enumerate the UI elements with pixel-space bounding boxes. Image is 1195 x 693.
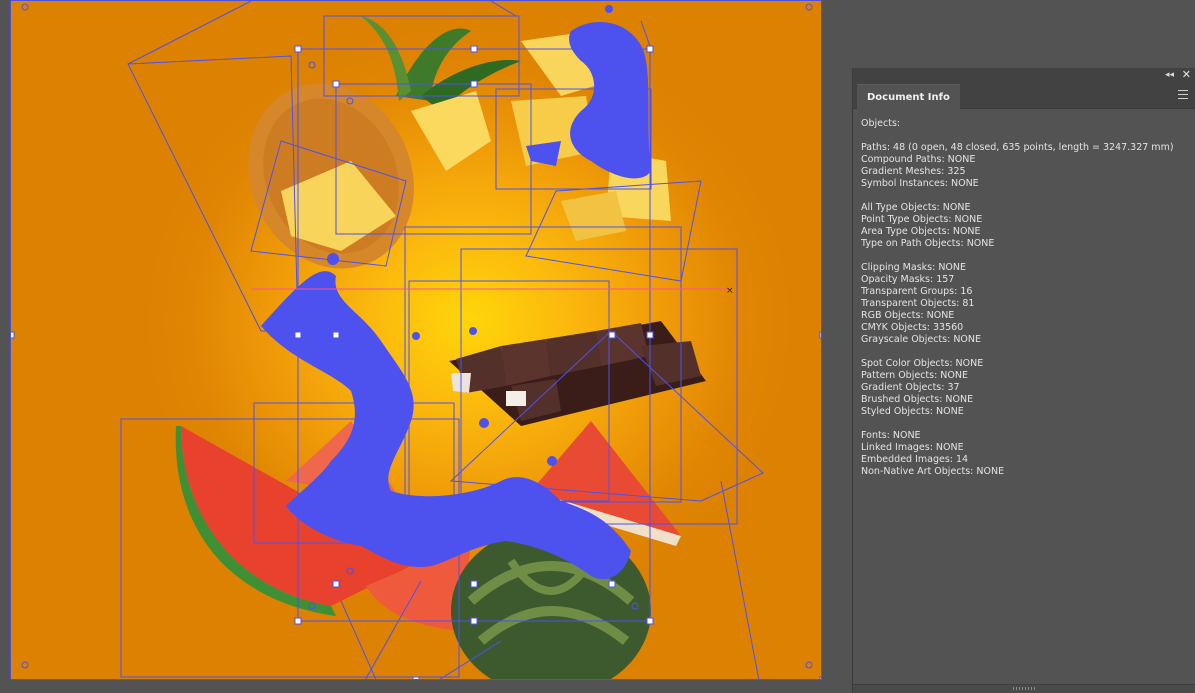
info-line: Point Type Objects: NONE [861, 214, 983, 225]
info-blank-line [861, 250, 1174, 262]
info-line: Brushed Objects: NONE [861, 394, 974, 405]
close-icon[interactable]: ✕ [1182, 68, 1191, 82]
double-chevron-left-icon[interactable]: ◂◂ [1165, 69, 1174, 81]
guide-marker-icon: × [726, 286, 734, 296]
panel-resize-bar[interactable] [853, 684, 1195, 693]
info-line: Compound Paths: NONE [861, 154, 976, 165]
info-line: Clipping Masks: NONE [861, 262, 967, 273]
info-line: All Type Objects: NONE [861, 202, 971, 213]
info-line: Gradient Objects: 37 [861, 382, 960, 393]
tab-document-info[interactable]: Document Info [857, 84, 960, 110]
info-line: RGB Objects: NONE [861, 310, 955, 321]
info-line: Gradient Meshes: 325 [861, 166, 966, 177]
info-blank-line [861, 190, 1174, 202]
artboard[interactable]: × [10, 0, 822, 680]
info-line: Opacity Masks: 157 [861, 274, 955, 285]
info-blank-line [861, 346, 1174, 358]
info-line: Styled Objects: NONE [861, 406, 964, 417]
info-line: Fonts: NONE [861, 430, 921, 441]
info-line: Type on Path Objects: NONE [861, 238, 995, 249]
info-line: Symbol Instances: NONE [861, 178, 979, 189]
resize-grip-icon[interactable] [1013, 687, 1035, 690]
info-line: Transparent Objects: 81 [861, 298, 975, 309]
info-blank-line [861, 130, 1174, 142]
document-info-panel: ◂◂ ✕ Document Info Objects: Paths: 48 (0 … [852, 68, 1195, 693]
artwork[interactable]: × [11, 1, 822, 680]
document-info-content: Objects: Paths: 48 (0 open, 48 closed, 63… [861, 118, 1174, 478]
info-line: Objects: [861, 118, 901, 129]
panel-tab-row: Document Info [853, 82, 1195, 110]
pineapple-image[interactable] [218, 16, 521, 296]
chocolate-bar-image[interactable] [449, 321, 706, 426]
info-line: CMYK Objects: 33560 [861, 322, 964, 333]
info-line: Area Type Objects: NONE [861, 226, 981, 237]
info-line: Paths: 48 (0 open, 48 closed, 635 points… [861, 142, 1174, 153]
info-line: Spot Color Objects: NONE [861, 358, 984, 369]
info-line: Embedded Images: 14 [861, 454, 969, 465]
info-line: Pattern Objects: NONE [861, 370, 969, 381]
info-line: Transparent Groups: 16 [861, 286, 973, 297]
info-blank-line [861, 418, 1174, 430]
info-line: Non-Native Art Objects: NONE [861, 466, 1005, 477]
info-line: Linked Images: NONE [861, 442, 964, 453]
hamburger-menu-icon[interactable] [1178, 90, 1188, 99]
info-line: Grayscale Objects: NONE [861, 334, 982, 345]
canvas-area[interactable]: × [0, 0, 838, 693]
panel-title-bar[interactable]: ◂◂ ✕ [853, 68, 1195, 82]
